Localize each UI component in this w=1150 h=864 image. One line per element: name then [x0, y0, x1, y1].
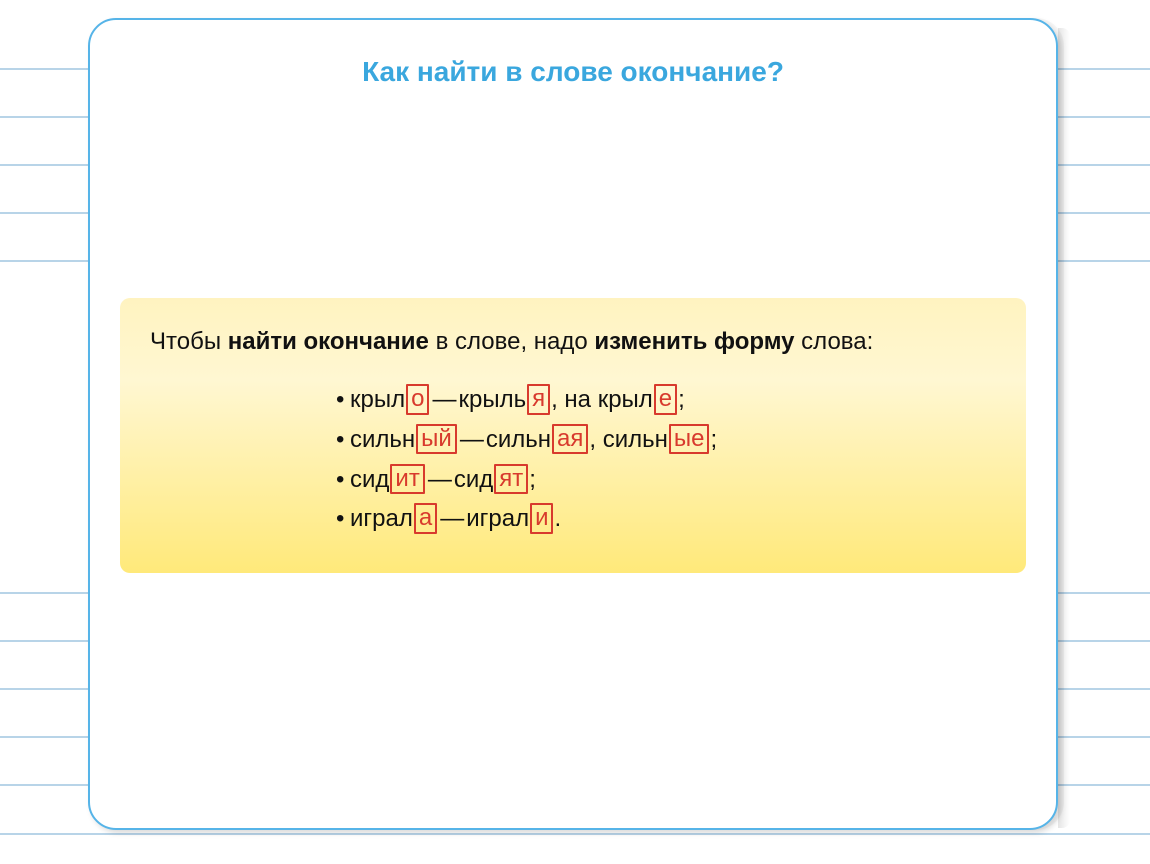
- dash-separator: —: [458, 420, 486, 460]
- rule-bold-2: изменить форму: [594, 328, 794, 355]
- word-ending-box: о: [406, 384, 429, 414]
- punctuation: ;: [529, 466, 536, 493]
- example-row: • играла — играли.: [336, 499, 996, 539]
- word-stem: крыл: [350, 386, 405, 413]
- word-ending-box: а: [414, 503, 437, 533]
- punctuation: ;: [710, 426, 717, 453]
- bullet-icon: •: [336, 380, 350, 420]
- word-ending-box: ит: [390, 464, 424, 494]
- word-stem: сид: [454, 466, 493, 493]
- word-stem: сильн: [350, 426, 415, 453]
- rule-box: Чтобы найти окончание в слове, надо изме…: [120, 298, 1026, 573]
- examples-list: • крыло — крылья, на крыле;• сильный — с…: [336, 380, 996, 538]
- word-stem: сид: [350, 466, 389, 493]
- word-stem: играл: [466, 505, 529, 532]
- card-shadow: [1058, 28, 1070, 828]
- word-ending-box: ят: [494, 464, 528, 494]
- rule-bold-1: найти окончание: [228, 328, 429, 355]
- rule-text-1: Чтобы: [150, 328, 228, 355]
- word-ending-box: ые: [669, 424, 710, 454]
- dash-separator: —: [430, 380, 458, 420]
- example-row: • сидит — сидят;: [336, 460, 996, 500]
- lesson-card: Как найти в слове окончание? Чтобы найти…: [88, 18, 1058, 830]
- word-stem: крыл: [598, 386, 653, 413]
- example-plain-text: [596, 426, 603, 453]
- dash-separator: —: [426, 460, 454, 500]
- word-stem: играл: [350, 505, 413, 532]
- dash-separator: —: [438, 499, 466, 539]
- paper-rule-line: [0, 833, 1150, 835]
- lesson-title: Как найти в слове окончание?: [90, 56, 1056, 88]
- bullet-icon: •: [336, 420, 350, 460]
- punctuation: ,: [589, 426, 596, 453]
- word-ending-box: е: [654, 384, 677, 414]
- rule-text-3: слова:: [795, 328, 874, 355]
- punctuation: ;: [678, 386, 685, 413]
- example-row: • крыло — крылья, на крыле;: [336, 380, 996, 420]
- bullet-icon: •: [336, 460, 350, 500]
- word-ending-box: я: [527, 384, 550, 414]
- bullet-icon: •: [336, 499, 350, 539]
- rule-text-2: в слове, надо: [429, 328, 595, 355]
- word-stem: сильн: [603, 426, 668, 453]
- rule-sentence: Чтобы найти окончание в слове, надо изме…: [150, 326, 996, 358]
- punctuation: ,: [551, 386, 558, 413]
- word-ending-box: и: [530, 503, 553, 533]
- word-ending-box: ая: [552, 424, 588, 454]
- word-ending-box: ый: [416, 424, 457, 454]
- example-plain-text: на: [558, 386, 598, 413]
- word-stem: крыль: [458, 386, 526, 413]
- example-row: • сильный — сильная, сильные;: [336, 420, 996, 460]
- word-stem: сильн: [486, 426, 551, 453]
- punctuation: .: [554, 505, 561, 532]
